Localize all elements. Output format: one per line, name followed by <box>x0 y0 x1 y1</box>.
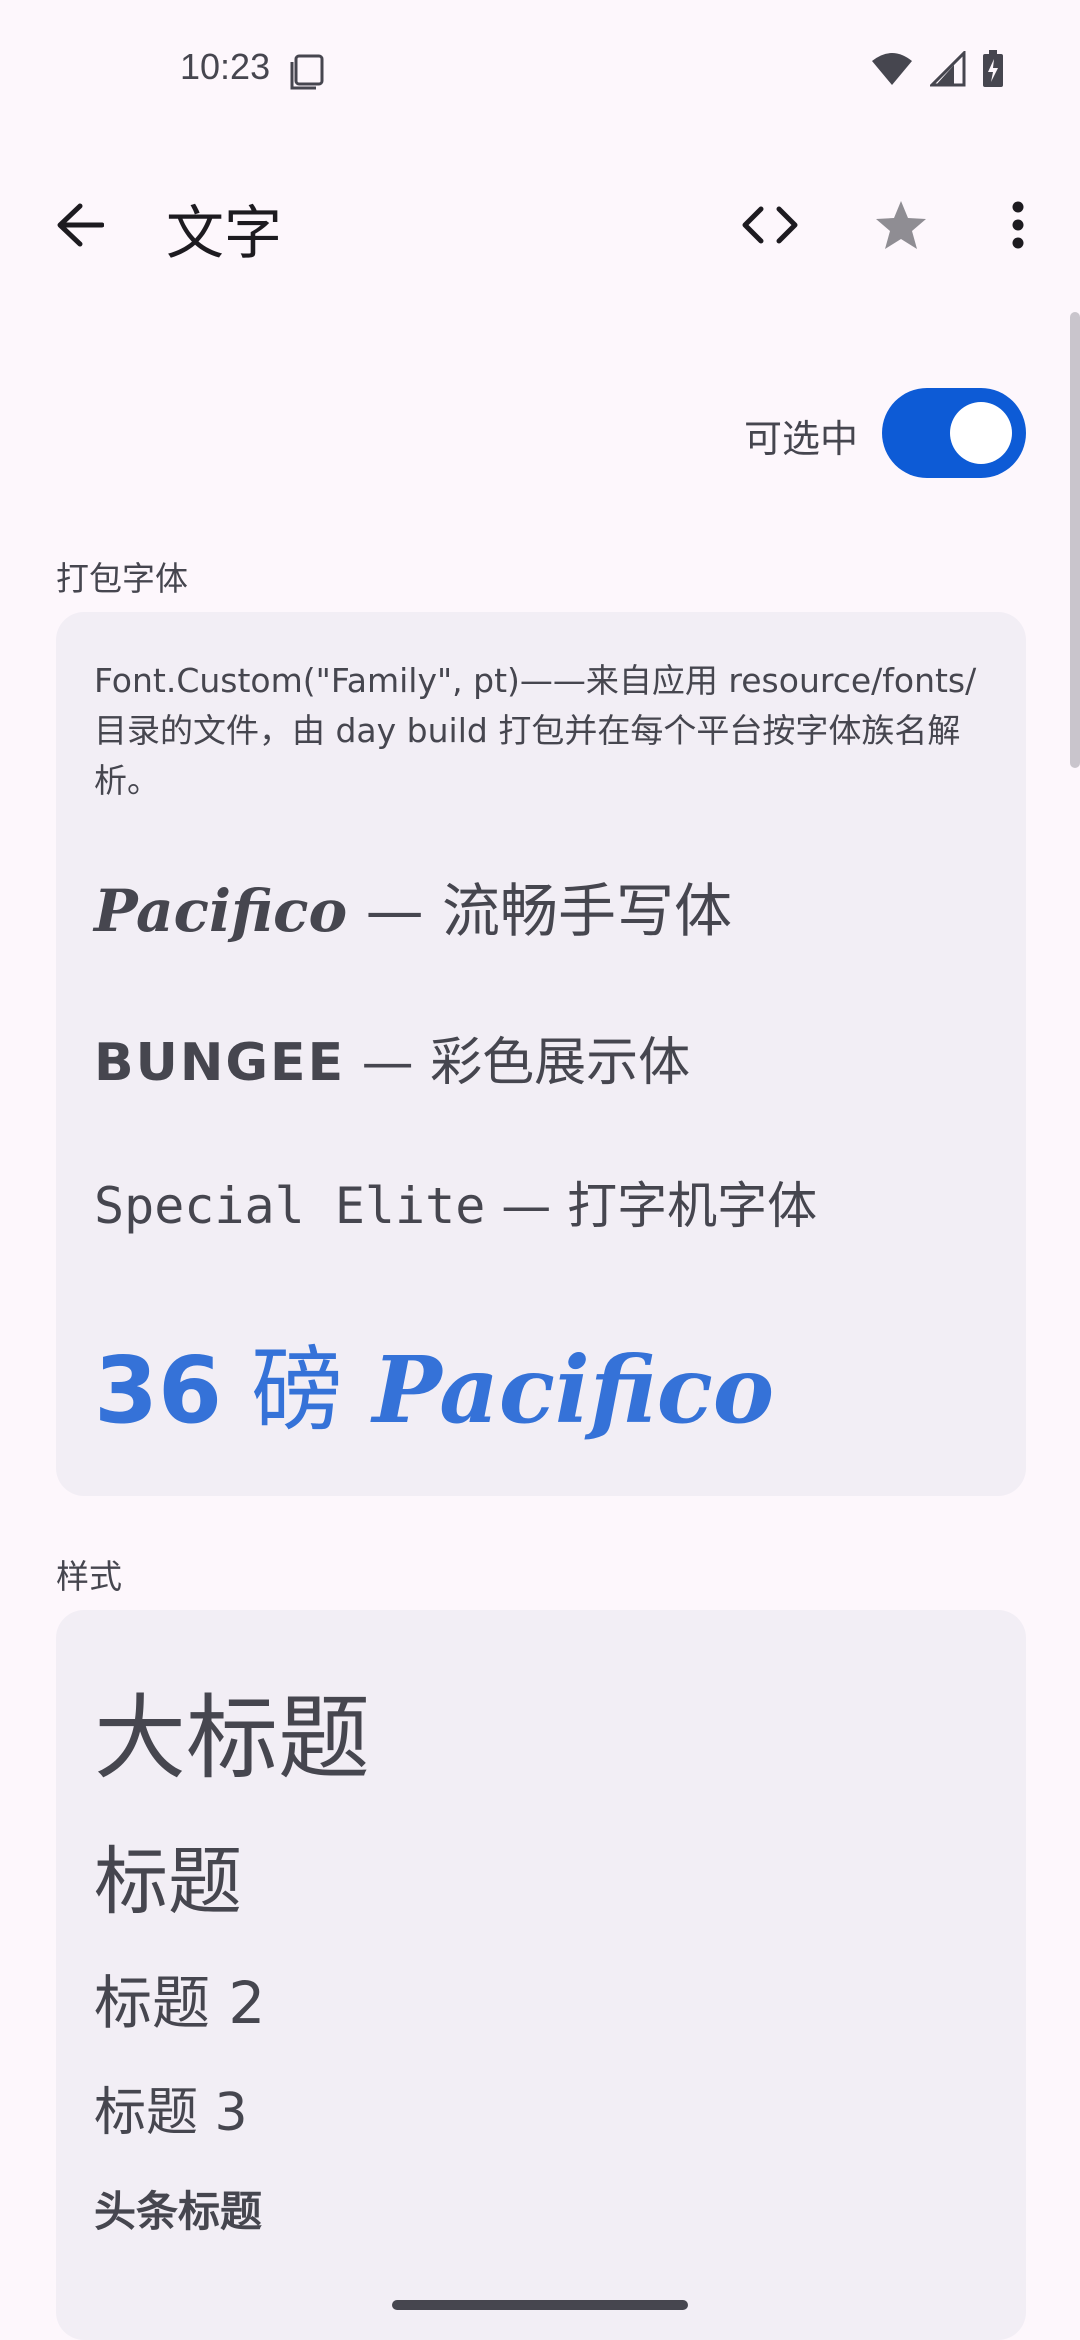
back-arrow-icon <box>57 203 104 247</box>
style-title-3: 标题 3 <box>94 2083 248 2143</box>
pacifico-sample-name: Pacifico <box>94 877 348 945</box>
bundled-fonts-description: Font.Custom("Family", pt)——来自应用 resource… <box>94 661 977 800</box>
back-button[interactable] <box>40 190 120 260</box>
big-sample-name: Pacifico <box>372 1336 775 1444</box>
big-pacifico-sample: 36 磅 Pacifico <box>94 1316 774 1449</box>
star-icon <box>876 201 926 249</box>
switch-knob <box>950 402 1012 464</box>
page-title: 文字 <box>166 199 283 267</box>
home-indicator[interactable] <box>392 2300 688 2310</box>
view-code-button[interactable] <box>735 190 805 260</box>
screen: 10:23 文字 可选中 打包字体 Font.Custom("Family", … <box>0 0 1080 2340</box>
style-large-title: 大标题 <box>94 1685 371 1792</box>
favorite-button[interactable] <box>866 190 936 260</box>
selectable-toggle-row: 可选中 <box>0 386 1026 482</box>
pacifico-sample: Pacifico — 流畅手写体 <box>94 864 732 948</box>
wifi-icon <box>872 53 912 85</box>
style-headline: 头条标题 <box>94 2187 263 2236</box>
selectable-switch[interactable] <box>882 388 1026 478</box>
styles-card: 大标题 标题 标题 2 标题 3 头条标题 <box>56 1610 1026 2340</box>
style-title-2: 标题 2 <box>94 1969 266 2037</box>
code-icon <box>742 206 798 244</box>
big-sample-number: 36 <box>94 1337 223 1444</box>
status-bar: 10:23 <box>0 0 1080 140</box>
scrollbar[interactable] <box>1070 312 1080 768</box>
big-sample-unit: 磅 <box>222 1337 373 1444</box>
section-label-bundled-fonts: 打包字体 <box>56 559 188 598</box>
section-label-styles: 样式 <box>56 1557 122 1596</box>
status-icons <box>870 50 1004 88</box>
sim-card-icon <box>290 54 324 90</box>
status-time: 10:23 <box>180 46 271 87</box>
bungee-sample: BUNGEE — 彩色展示体 <box>94 1020 690 1095</box>
special-elite-sample-suffix: — 打字机字体 <box>485 1177 818 1235</box>
bungee-sample-suffix: — 彩色展示体 <box>345 1033 691 1093</box>
special-elite-sample: Special Elite — 打字机字体 <box>94 1166 817 1238</box>
more-options-button[interactable] <box>990 190 1046 260</box>
bundled-fonts-card: Font.Custom("Family", pt)——来自应用 resource… <box>56 612 1026 1496</box>
app-bar: 文字 <box>0 160 1080 290</box>
battery-charging-icon <box>983 50 1003 87</box>
more-vert-icon <box>1012 201 1024 249</box>
selectable-label: 可选中 <box>743 417 858 461</box>
style-title: 标题 <box>94 1839 242 1925</box>
pacifico-sample-suffix: — 流畅手写体 <box>347 877 733 945</box>
cellular-signal-icon <box>930 51 966 87</box>
special-elite-sample-name: Special Elite <box>94 1177 486 1235</box>
bungee-sample-name: BUNGEE <box>94 1033 346 1093</box>
